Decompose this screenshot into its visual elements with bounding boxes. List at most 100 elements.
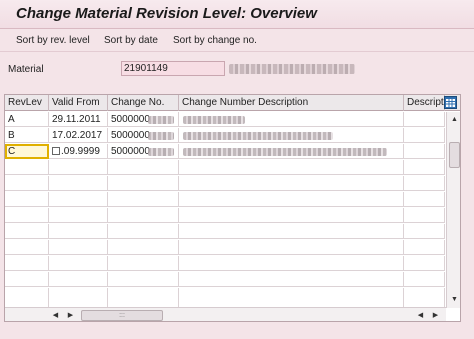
empty-cell[interactable]	[404, 256, 445, 271]
empty-cell[interactable]	[404, 192, 445, 207]
empty-cell[interactable]	[5, 208, 49, 223]
description-cell[interactable]	[404, 144, 445, 159]
table-row-empty[interactable]	[5, 240, 445, 255]
vertical-scroll-thumb[interactable]	[449, 142, 460, 168]
empty-cell[interactable]	[49, 176, 108, 191]
empty-cell[interactable]	[49, 272, 108, 287]
material-label: Material	[8, 64, 44, 75]
empty-cell[interactable]	[404, 208, 445, 223]
empty-cell[interactable]	[5, 224, 49, 239]
table-header: RevLev Valid From Change No. Change Numb…	[5, 95, 460, 111]
arrow-down-icon[interactable]: ▼	[449, 294, 460, 305]
empty-cell[interactable]	[108, 176, 179, 191]
change-description-cell[interactable]	[179, 128, 404, 143]
empty-cell[interactable]	[404, 272, 445, 287]
change-no-cell[interactable]: 5000000	[108, 128, 179, 143]
sort-by-change-no-button[interactable]: Sort by change no.	[173, 35, 257, 46]
column-header-change-number-description[interactable]: Change Number Description	[179, 95, 404, 111]
empty-cell[interactable]	[49, 160, 108, 175]
empty-cell[interactable]	[5, 272, 49, 287]
empty-cell[interactable]	[404, 224, 445, 239]
material-field[interactable]: 21901149	[121, 61, 225, 76]
empty-cell[interactable]	[5, 192, 49, 207]
valid-from-cell[interactable]: 29.11.2011	[49, 112, 108, 127]
blurred-text	[183, 116, 245, 124]
empty-cell[interactable]	[404, 160, 445, 175]
table-row-empty[interactable]	[5, 256, 445, 271]
empty-cell[interactable]	[108, 288, 179, 307]
empty-cell[interactable]	[179, 256, 404, 271]
empty-cell[interactable]	[108, 224, 179, 239]
arrow-up-icon[interactable]: ▲	[449, 114, 460, 125]
column-header-revlev[interactable]: RevLev	[5, 95, 49, 111]
table-row-empty[interactable]	[5, 272, 445, 287]
empty-cell[interactable]	[404, 288, 445, 307]
description-cell[interactable]	[404, 128, 445, 143]
empty-cell[interactable]	[108, 208, 179, 223]
empty-cell[interactable]	[108, 272, 179, 287]
empty-cell[interactable]	[49, 240, 108, 255]
table-row[interactable]: A 29.11.2011 5000000	[5, 112, 445, 127]
empty-cell[interactable]	[179, 160, 404, 175]
checkbox-icon[interactable]	[52, 147, 60, 156]
empty-cell[interactable]	[108, 256, 179, 271]
empty-cell[interactable]	[179, 240, 404, 255]
arrow-left-icon[interactable]: ◀	[415, 310, 426, 321]
arrow-right-icon[interactable]: ▶	[65, 310, 76, 321]
table-row[interactable]: C .09.9999 5000000	[5, 144, 445, 159]
arrow-left-icon[interactable]: ◀	[50, 310, 61, 321]
empty-cell[interactable]	[404, 240, 445, 255]
table-row-empty[interactable]	[5, 208, 445, 223]
empty-cell[interactable]	[49, 192, 108, 207]
table-row-empty[interactable]	[5, 192, 445, 207]
empty-cell[interactable]	[179, 272, 404, 287]
empty-cell[interactable]	[179, 208, 404, 223]
empty-cell[interactable]	[5, 160, 49, 175]
table-settings-icon[interactable]	[444, 96, 457, 109]
arrow-right-icon[interactable]: ▶	[430, 310, 441, 321]
change-description-cell[interactable]	[179, 144, 404, 159]
empty-cell[interactable]	[179, 192, 404, 207]
empty-cell[interactable]	[5, 176, 49, 191]
empty-cell[interactable]	[108, 192, 179, 207]
column-header-valid-from[interactable]: Valid From	[49, 95, 108, 111]
empty-cell[interactable]	[108, 160, 179, 175]
empty-cell[interactable]	[49, 208, 108, 223]
empty-cell[interactable]	[404, 176, 445, 191]
column-header-description[interactable]: Descripti	[404, 95, 445, 111]
material-description-blurred	[229, 64, 355, 74]
table-row-empty[interactable]	[5, 224, 445, 239]
valid-from-cell[interactable]: 17.02.2017	[49, 128, 108, 143]
valid-from-value: .09.9999	[61, 146, 100, 157]
blurred-text	[148, 148, 174, 156]
empty-cell[interactable]	[49, 256, 108, 271]
change-no-value: 5000000	[111, 130, 150, 141]
table-row-empty[interactable]	[5, 160, 445, 175]
empty-cell[interactable]	[5, 240, 49, 255]
empty-cell[interactable]	[49, 224, 108, 239]
revlev-cell[interactable]: A	[5, 112, 49, 127]
table-row[interactable]: B 17.02.2017 5000000	[5, 128, 445, 143]
revlev-cell[interactable]: B	[5, 128, 49, 143]
empty-cell[interactable]	[179, 288, 404, 307]
empty-cell[interactable]	[5, 288, 49, 307]
column-header-change-no[interactable]: Change No.	[108, 95, 179, 111]
empty-cell[interactable]	[108, 240, 179, 255]
table-row-empty[interactable]	[5, 288, 445, 307]
horizontal-scroll-thumb[interactable]: :::	[81, 310, 163, 321]
description-cell[interactable]	[404, 112, 445, 127]
empty-cell[interactable]	[49, 288, 108, 307]
sort-by-rev-level-button[interactable]: Sort by rev. level	[16, 35, 90, 46]
change-no-cell[interactable]: 5000000	[108, 144, 179, 159]
horizontal-scrollbar[interactable]: ◀ ▶ ::: ◀ ▶	[5, 307, 446, 321]
empty-cell[interactable]	[5, 256, 49, 271]
empty-cell[interactable]	[179, 176, 404, 191]
sort-by-date-button[interactable]: Sort by date	[104, 35, 158, 46]
table-row-empty[interactable]	[5, 176, 445, 191]
revlev-cell-selected[interactable]: C	[5, 144, 49, 159]
change-no-cell[interactable]: 5000000	[108, 112, 179, 127]
valid-from-cell[interactable]: .09.9999	[49, 144, 108, 159]
vertical-scrollbar[interactable]: ▲ ▼	[446, 112, 460, 308]
change-description-cell[interactable]	[179, 112, 404, 127]
empty-cell[interactable]	[179, 224, 404, 239]
